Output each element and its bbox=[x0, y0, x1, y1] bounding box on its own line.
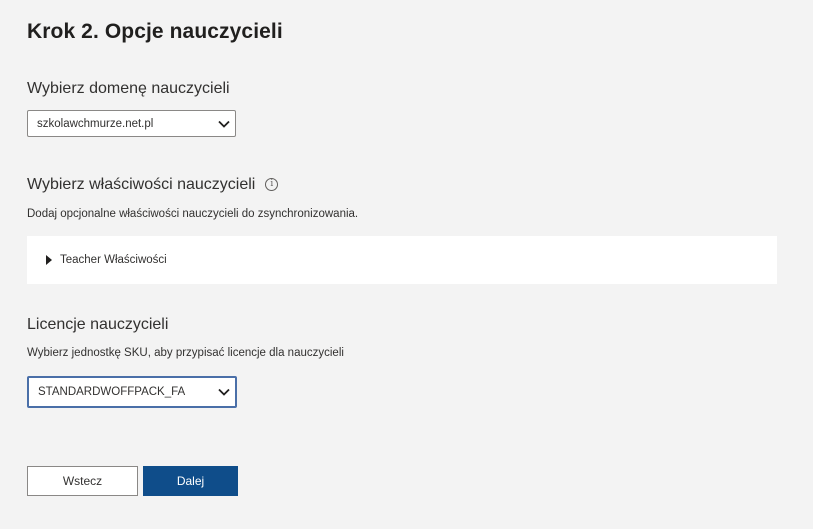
chevron-down-icon bbox=[213, 120, 235, 128]
caret-right-icon bbox=[46, 255, 52, 265]
license-select-value: STANDARDWOFFPACK_FA bbox=[38, 386, 186, 398]
back-button[interactable]: Wstecz bbox=[27, 466, 138, 496]
domain-select[interactable]: szkolawchmurze.net.pl bbox=[27, 110, 236, 137]
next-button[interactable]: Dalej bbox=[143, 466, 238, 496]
teacher-options-page: Krok 2. Opcje nauczycieli Wybierz domenę… bbox=[0, 0, 813, 529]
info-icon[interactable]: i bbox=[265, 178, 279, 192]
licenses-label: Licencje nauczycieli bbox=[27, 316, 169, 333]
domain-select-value: szkolawchmurze.net.pl bbox=[37, 117, 154, 130]
teacher-properties-expander[interactable]: Teacher Właściwości bbox=[27, 236, 777, 284]
licenses-description: Wybierz jednostkę SKU, aby przypisać lic… bbox=[27, 347, 344, 359]
properties-label-row: Wybierz właściwości nauczycieli i bbox=[27, 176, 279, 194]
domain-label: Wybierz domenę nauczycieli bbox=[27, 80, 230, 97]
expander-label: Teacher Właściwości bbox=[60, 254, 167, 266]
license-sku-select[interactable]: STANDARDWOFFPACK_FA bbox=[27, 376, 237, 408]
properties-description: Dodaj opcjonalne właściwości nauczycieli… bbox=[27, 208, 359, 220]
page-title: Krok 2. Opcje nauczycieli bbox=[27, 20, 283, 43]
properties-label: Wybierz właściwości nauczycieli bbox=[27, 176, 256, 193]
chevron-down-icon bbox=[213, 388, 235, 396]
